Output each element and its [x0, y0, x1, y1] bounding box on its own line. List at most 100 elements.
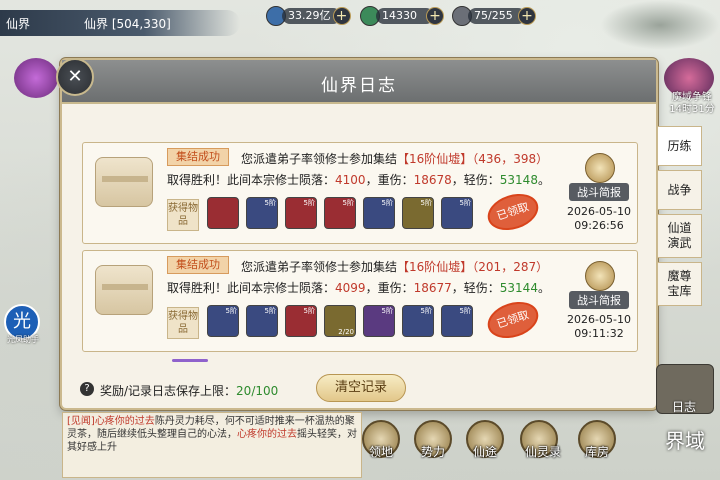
nav-immortal-path[interactable]: 仙途: [464, 440, 506, 464]
heavy-label: ，重伤：: [365, 281, 414, 295]
period: 。: [537, 281, 550, 295]
tab-demon-treasury[interactable]: 魔尊宝库: [658, 262, 702, 306]
crossed-swords-icon: [585, 261, 615, 291]
close-icon[interactable]: ✕: [56, 58, 94, 96]
add-stamina-button[interactable]: +: [518, 7, 536, 25]
target-link[interactable]: 【16阶仙墟】（436，398）: [397, 152, 548, 166]
event-log-box[interactable]: [见闻]心疼你的过去陈丹灵力耗尽，何不可适时推来一杯温热的聚灵茶，随后继续低头整…: [62, 412, 362, 478]
clear-records-button[interactable]: 清空记录: [316, 374, 406, 402]
light-count: 53144: [499, 281, 538, 295]
item-level: 5阶: [381, 307, 393, 315]
modal-header: 仙界日志: [62, 60, 656, 104]
blade-icon[interactable]: [207, 197, 239, 229]
item-level: 5阶: [225, 307, 237, 315]
log-tag: [见闻]: [67, 416, 95, 427]
treasure-chest-icon: [95, 157, 153, 207]
tab-training[interactable]: 历练: [658, 126, 702, 166]
entry-line2: 取得胜利！此间本宗修士陨落：4100，重伤：18678，轻伤：53148。: [167, 171, 550, 188]
entry-time: 09:11:32: [574, 327, 624, 340]
location-name: 仙界: [6, 17, 31, 31]
save-limit-label: 奖励/记录日志保存上限：: [100, 384, 237, 398]
log-entry: 集结成功 您派遣弟子率领修士参加集结【16阶仙墟】（436，398） 取得胜利！…: [82, 142, 638, 244]
resource-stamina: 75/255 +: [452, 6, 536, 26]
status-tag: 集结成功: [167, 256, 229, 274]
gourd-icon[interactable]: 5阶: [324, 197, 356, 229]
battle-report-label: 战斗简报: [569, 291, 629, 309]
spade-icon[interactable]: 5阶: [246, 305, 278, 337]
save-limit-count: 20/100: [236, 384, 279, 398]
scroll-icon[interactable]: 2/20: [324, 305, 356, 337]
tab-war[interactable]: 战争: [658, 170, 702, 210]
armor-icon[interactable]: 5阶: [441, 305, 473, 337]
item-list: 5阶 5阶 5阶 5阶 5阶 5阶: [207, 197, 473, 229]
charm-icon[interactable]: 5阶: [402, 197, 434, 229]
modal-title: 仙界日志: [321, 76, 397, 96]
nav-territory[interactable]: 领地: [360, 440, 402, 464]
item-level: 5阶: [381, 199, 393, 207]
top-right-event-label[interactable]: 魔域争锋 14时31分: [666, 92, 718, 116]
item-level: 5阶: [303, 307, 315, 315]
scroll-indicator[interactable]: [172, 359, 208, 362]
entry-text: 取得胜利！此间本宗修士陨落：: [167, 281, 336, 295]
entry-line1: 您派遣弟子率领修士参加集结【16阶仙墟】（201，287）: [241, 258, 548, 275]
nav-spirit-record[interactable]: 仙灵录: [518, 440, 568, 464]
resource-jade: 14330 +: [360, 6, 444, 26]
realm-button[interactable]: 界域: [654, 430, 716, 474]
entry-datetime: 2026-05-10 09:26:56: [559, 205, 638, 233]
orb-icon[interactable]: 5阶: [363, 305, 395, 337]
claimed-stamp: 已领取: [483, 295, 543, 345]
pill-icon[interactable]: 5阶: [441, 197, 473, 229]
sword-icon[interactable]: 5阶: [207, 305, 239, 337]
log-entry: 集结成功 您派遣弟子率领修士参加集结【16阶仙墟】（201，287） 取得胜利！…: [82, 250, 638, 352]
resource-value: 33.29亿: [282, 8, 341, 24]
resource-spirit-stone: 33.29亿 +: [266, 6, 351, 26]
log-button-label[interactable]: 日志: [654, 398, 714, 415]
helper-label: 光凤助手: [7, 335, 39, 344]
entry-datetime: 2026-05-10 09:11:32: [559, 313, 638, 341]
add-jade-button[interactable]: +: [426, 7, 444, 25]
log-name: 心疼你的过去: [94, 416, 155, 427]
nav-faction[interactable]: 势力: [412, 440, 454, 464]
obtained-items-label: 获得物品: [167, 307, 199, 339]
armor-icon[interactable]: 5阶: [246, 197, 278, 229]
location-coordinates: 仙界 [504,330]: [84, 17, 171, 31]
entry-line1: 您派遣弟子率领修士参加集结【16阶仙墟】（436，398）: [241, 150, 548, 167]
log-list[interactable]: 集结成功 您派遣弟子率领修士参加集结【16阶仙墟】（436，398） 取得胜利！…: [82, 142, 638, 358]
demon-beast-icon[interactable]: [14, 58, 58, 98]
nav-storehouse[interactable]: 库房: [576, 440, 618, 464]
item-level: 5阶: [264, 307, 276, 315]
item-level: 5阶: [459, 307, 471, 315]
claimed-stamp: 已领取: [483, 187, 543, 237]
robe-icon[interactable]: 5阶: [363, 197, 395, 229]
item-level: 5阶: [342, 199, 354, 207]
light-label: ，轻伤：: [451, 173, 500, 187]
period: 。: [537, 173, 550, 187]
item-level: 5阶: [303, 199, 315, 207]
world-log-modal: 仙界日志 ✕ 集结成功 您派遣弟子率领修士参加集结【16阶仙墟】（436，398…: [56, 58, 658, 410]
obtained-items-label: 获得物品: [167, 199, 199, 231]
robe-icon[interactable]: 5阶: [402, 305, 434, 337]
battle-report-button[interactable]: 战斗简报: [569, 153, 629, 203]
help-icon[interactable]: ?: [80, 382, 94, 396]
fallen-count: 4099: [335, 281, 366, 295]
item-level: 5阶: [264, 199, 276, 207]
item-quantity: 2/20: [338, 328, 354, 336]
helmet-icon[interactable]: 5阶: [285, 197, 317, 229]
heavy-count: 18678: [413, 173, 452, 187]
entry-line2: 取得胜利！此间本宗修士陨落：4099，重伤：18677，轻伤：53144。: [167, 279, 550, 296]
ornament-icon[interactable]: 5阶: [285, 305, 317, 337]
add-spirit-stone-button[interactable]: +: [332, 7, 351, 25]
entry-text: 您派遣弟子率领修士参加集结: [241, 152, 398, 166]
target-link[interactable]: 【16阶仙墟】（201，287）: [397, 260, 548, 274]
item-level: 5阶: [420, 199, 432, 207]
entry-date: 2026-05-10: [567, 313, 631, 326]
treasure-chest-icon: [95, 265, 153, 315]
light-label: ，轻伤：: [451, 281, 500, 295]
entry-time: 09:26:56: [574, 219, 624, 232]
tab-immortal-arena[interactable]: 仙道演武: [658, 214, 702, 258]
item-level: 5阶: [459, 199, 471, 207]
save-limit-text: 奖励/记录日志保存上限：20/100: [100, 382, 278, 399]
log-text: 陈丹灵力耗尽，: [154, 416, 225, 427]
log-name: 心疼你的过去: [237, 429, 297, 440]
battle-report-button[interactable]: 战斗简报: [569, 261, 629, 311]
